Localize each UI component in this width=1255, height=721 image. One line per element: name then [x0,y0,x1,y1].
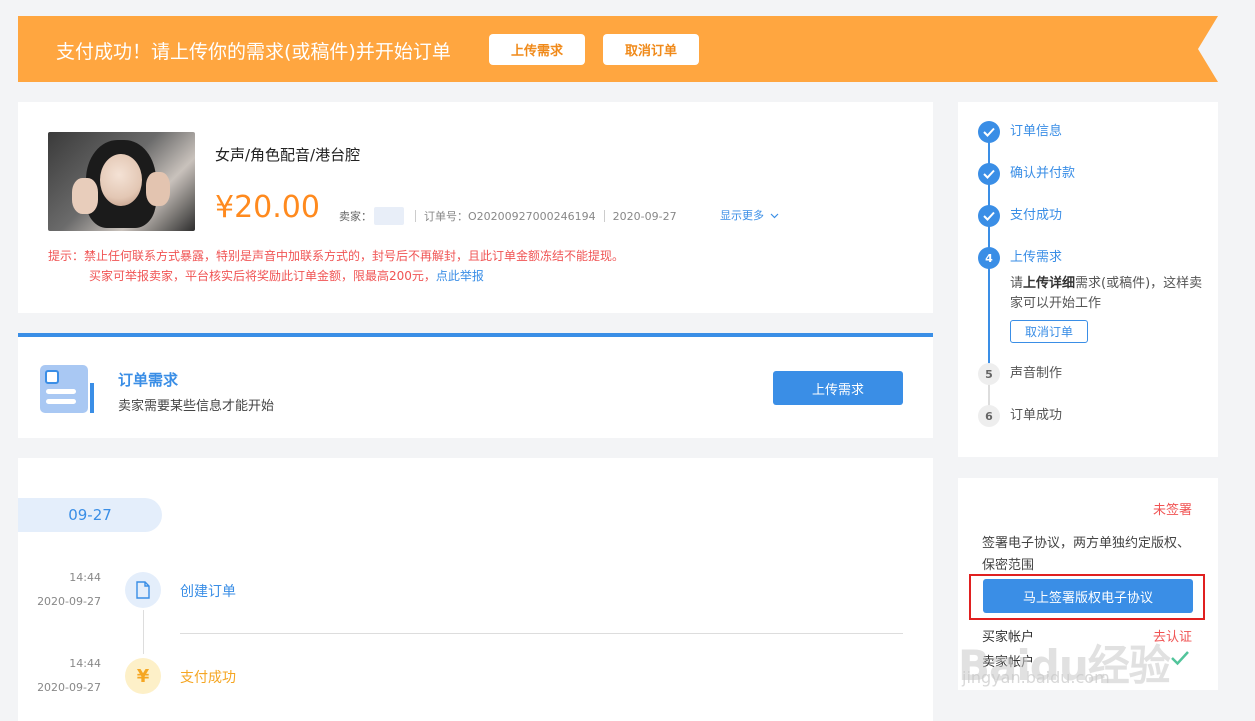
order-meta: 卖家： 订单号：O20200927000246194 2020-09-27 [339,207,677,225]
order-requirement-panel: 订单需求 卖家需要某些信息才能开始 上传需求 [18,333,933,438]
event-label-paid: 支付成功 [180,670,236,686]
step-cancel-order-button[interactable]: 取消订单 [1010,320,1088,343]
order-date: 2020-09-27 [612,209,677,223]
check-icon [978,121,1000,143]
yen-icon: ¥ [125,658,161,694]
step-upload-requirement: 4 上传需求 [978,247,1062,269]
check-icon [1171,651,1189,666]
document-icon [125,572,161,608]
active-step-description: 请上传详细需求(或稿件)，这样卖家可以开始工作 [1010,276,1203,311]
step-order-info: 订单信息 [978,121,1062,143]
agreement-panel: 未签署 签署电子协议，两方单独约定版权、保密范围 马上签署版权电子协议 买家帐户… [958,478,1218,690]
check-icon [978,163,1000,185]
seller-account-label: 卖家帐户 [982,655,1035,670]
verify-link[interactable]: 去认证 [1153,626,1192,645]
buyer-account-label: 买家帐户 [982,630,1035,645]
step-payment-success: 支付成功 [978,205,1062,227]
check-icon [978,205,1000,227]
order-number: 订单号：O20200927000246194 [424,210,596,223]
order-info-panel: 女声/角色配音/港台腔 ¥20.00 卖家： 订单号：O202009270002… [18,102,933,313]
banner-cancel-button[interactable]: 取消订单 [603,34,699,65]
product-price: ¥20.00 [215,190,320,225]
timeline-date: 09-27 [18,498,162,532]
step-order-complete: 6 订单成功 [978,405,1062,427]
step-audio-production: 5 声音制作 [978,363,1062,385]
seller-name-redacted [374,207,404,225]
agreement-description: 签署电子协议，两方单独约定版权、保密范围 [982,536,1191,573]
step-confirm-pay: 确认并付款 [978,163,1075,185]
agreement-status: 未签署 [1152,503,1192,518]
requirement-title: 订单需求 [118,371,179,389]
report-link[interactable]: 点此举报 [436,269,484,283]
sign-agreement-button[interactable]: 马上签署版权电子协议 [983,579,1193,613]
banner-title: 支付成功！请上传你的需求(或稿件)并开始订单 [56,41,451,63]
show-more-link[interactable]: 显示更多 [720,207,779,223]
report-tip: 买家可举报卖家，平台核实后将奖励此订单金额，限最高200元，点此举报 [89,269,484,283]
success-banner: 支付成功！请上传你的需求(或稿件)并开始订单 上传需求 取消订单 [18,16,1218,82]
chevron-down-icon [770,213,778,219]
seller-label: 卖家： [339,210,372,223]
order-steps-panel: 订单信息 确认并付款 支付成功 4 上传需求 请上传详细需求(或稿件)，这样卖家… [958,102,1218,457]
requirement-subtitle: 卖家需要某些信息才能开始 [118,399,275,414]
warning-tip: 提示：禁止任何联系方式暴露，特别是声音中加联系方式的，封号后不再解封，且此订单金… [48,249,625,263]
event-date: 2020-09-27 [37,681,101,694]
upload-requirement-button[interactable]: 上传需求 [773,371,903,405]
event-time: 14:44 [69,657,101,670]
event-time: 14:44 [69,571,101,584]
requirement-document-icon [40,365,94,413]
product-title[interactable]: 女声/角色配音/港台腔 [215,144,360,165]
banner-upload-button[interactable]: 上传需求 [489,34,585,65]
event-label-create: 创建订单 [180,584,236,600]
event-date: 2020-09-27 [37,595,101,608]
product-thumbnail[interactable] [48,132,195,231]
order-timeline-panel: 09-27 14:44 2020-09-27 创建订单 14:44 2020-0… [18,458,933,721]
